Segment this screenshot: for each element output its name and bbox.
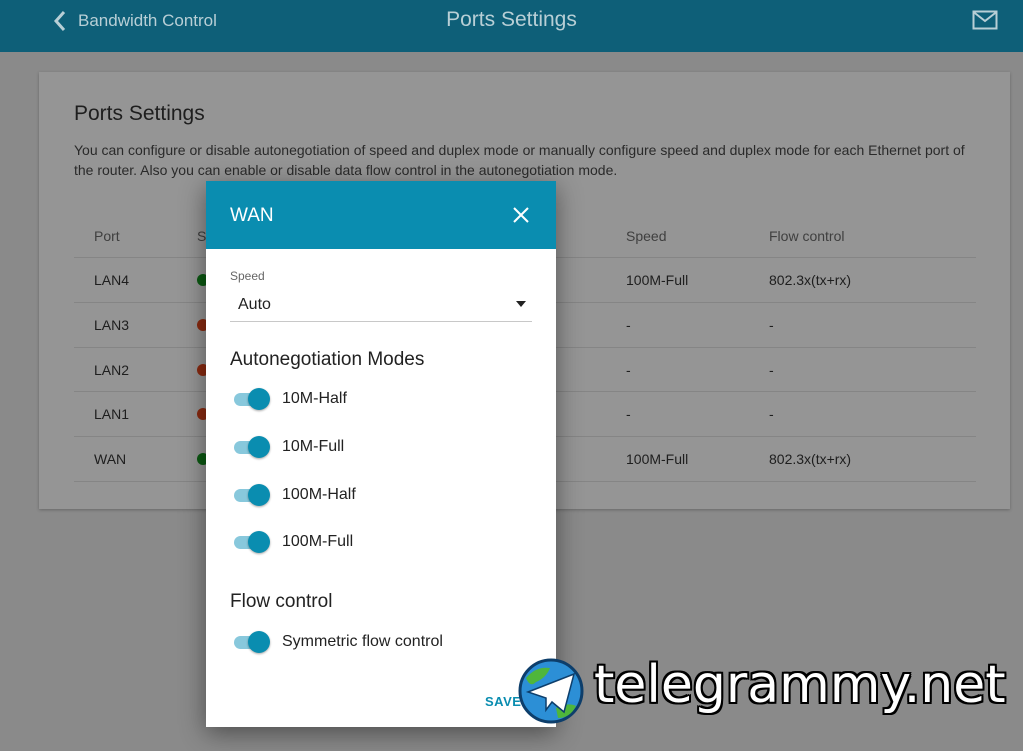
autonegotiation-modes-heading: Autonegotiation Modes	[230, 349, 425, 370]
toggle-label: 10M-Full	[282, 438, 345, 455]
toggle-100m-half[interactable]	[232, 483, 270, 507]
toggle-label: 100M-Full	[282, 533, 354, 550]
port-name: LAN2	[94, 362, 130, 378]
port-speed: -	[626, 317, 631, 333]
watermark-text: telegrammy.net	[594, 655, 1006, 715]
mode-row-10m-full: 10M-Full	[232, 432, 344, 462]
toggle-label: Symmetric flow control	[282, 633, 443, 650]
dialog-header: WAN	[206, 181, 556, 249]
column-header-port: Port	[94, 228, 120, 244]
column-header-speed: Speed	[626, 228, 667, 244]
port-flow-control: -	[769, 362, 774, 378]
close-icon[interactable]	[510, 204, 532, 226]
mode-row-10m-half: 10M-Half	[232, 384, 347, 414]
top-bar: Bandwidth Control Ports Settings	[0, 0, 1023, 52]
port-name: LAN3	[94, 317, 130, 333]
page-title: Ports Settings	[446, 8, 577, 31]
wan-port-dialog: WAN Speed Auto Autonegotiation Modes 10M…	[206, 181, 556, 727]
port-name: LAN1	[94, 406, 130, 422]
speed-select[interactable]: Auto	[230, 287, 532, 322]
speed-select-value: Auto	[238, 296, 271, 313]
mode-row-100m-half: 100M-Half	[232, 480, 356, 510]
toggle-symmetric-flow-control[interactable]	[232, 630, 270, 654]
card-title: Ports Settings	[74, 102, 205, 125]
toggle-10m-half[interactable]	[232, 387, 270, 411]
port-flow-control: -	[769, 317, 774, 333]
port-speed: 100M-Full	[626, 451, 689, 467]
toggle-10m-full[interactable]	[232, 435, 270, 459]
port-speed: -	[626, 406, 631, 422]
port-flow-control: -	[769, 406, 774, 422]
dialog-title: WAN	[230, 205, 274, 226]
toggle-100m-full[interactable]	[232, 530, 270, 554]
telegram-globe-logo	[518, 658, 584, 724]
caret-down-icon	[516, 301, 526, 307]
port-speed: -	[626, 362, 631, 378]
port-name: LAN4	[94, 272, 130, 288]
mail-icon[interactable]	[972, 10, 998, 30]
toggle-label: 10M-Half	[282, 390, 347, 407]
toggle-label: 100M-Half	[282, 486, 356, 503]
port-speed: 100M-Full	[626, 272, 689, 288]
port-flow-control: 802.3x(tx+rx)	[769, 451, 852, 467]
flow-control-row: Symmetric flow control	[232, 627, 443, 657]
port-flow-control: 802.3x(tx+rx)	[769, 272, 852, 288]
column-header-status: S	[197, 228, 207, 244]
mode-row-100m-full: 100M-Full	[232, 527, 353, 557]
speed-label: Speed	[230, 269, 265, 283]
column-header-flow-control: Flow control	[769, 228, 845, 244]
port-name: WAN	[94, 451, 127, 467]
card-description: You can configure or disable autonegotia…	[74, 142, 965, 178]
flow-control-heading: Flow control	[230, 591, 333, 612]
